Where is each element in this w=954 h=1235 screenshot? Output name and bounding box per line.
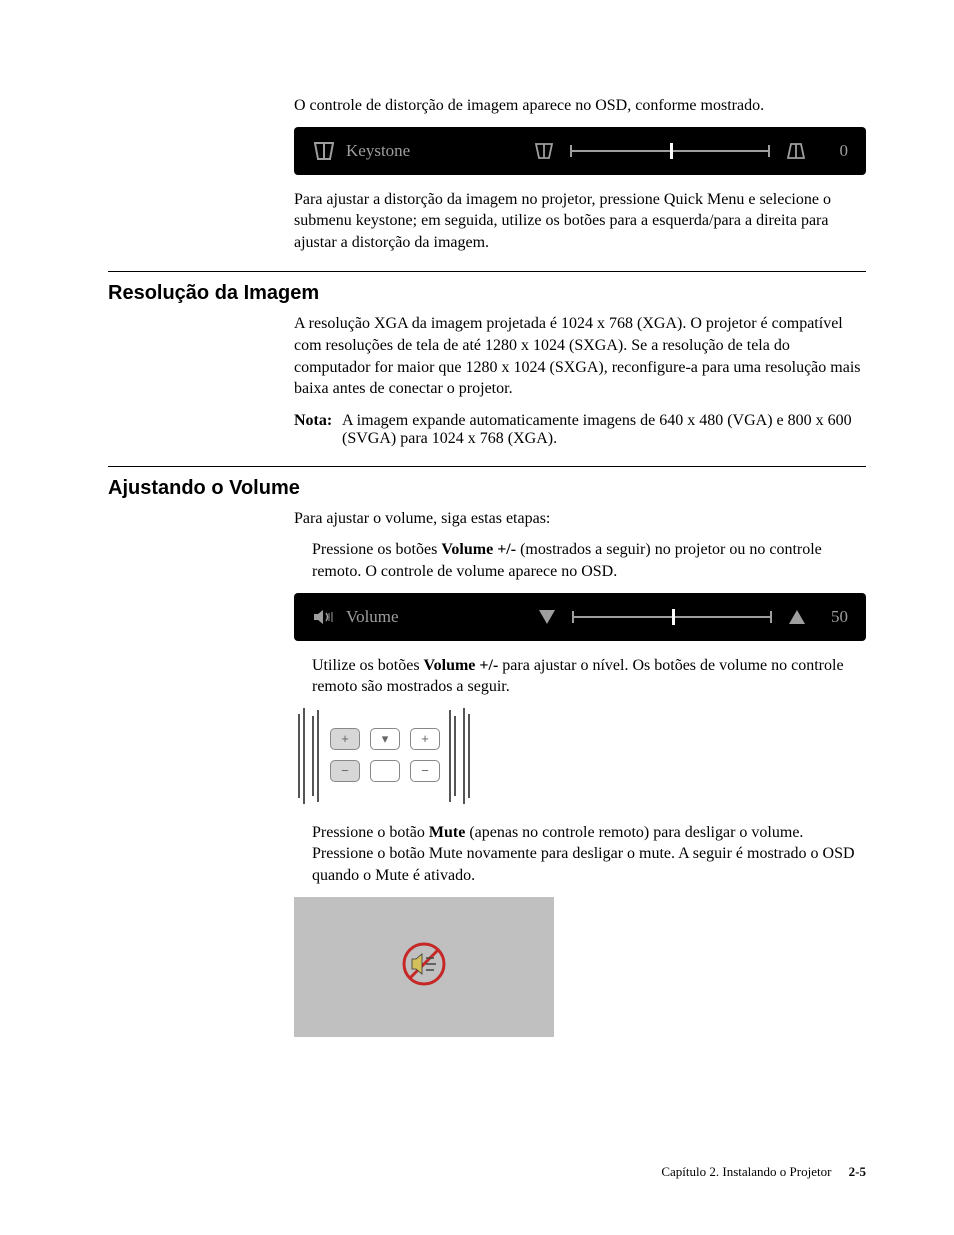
remote-button-top-left: +: [330, 728, 360, 750]
speaker-icon: [312, 607, 336, 627]
resolution-paragraph-1: A resolução XGA da imagem projetada é 10…: [294, 313, 866, 399]
heading-volume: Ajustando o Volume: [108, 477, 866, 500]
keystone-left-icon: [534, 142, 554, 160]
osd-keystone-value: 0: [820, 141, 848, 161]
note-label: Nota:: [294, 412, 342, 448]
osd-volume-bar: Volume 50: [294, 593, 866, 641]
page-footer: Capítulo 2. Instalando o Projetor 2-5: [661, 1164, 866, 1180]
note-block: Nota: A imagem expande automaticamente i…: [294, 412, 866, 448]
remote-button-bot-left: −: [330, 760, 360, 782]
remote-button-bot-mid: [370, 760, 400, 782]
osd-keystone-slider: [570, 150, 770, 152]
volume-paragraph-2: Pressione os botões Volume +/- (mostrado…: [312, 539, 866, 582]
heading-resolution: Resolução da Imagem: [108, 282, 866, 305]
intro-paragraph-1: O controle de distorção de imagem aparec…: [294, 95, 866, 117]
volume-up-icon: [788, 609, 806, 625]
section-divider: [108, 466, 866, 467]
footer-page-number: 2-5: [849, 1164, 866, 1179]
note-text: A imagem expande automaticamente imagens…: [342, 412, 866, 448]
keystone-right-icon: [786, 142, 806, 160]
osd-volume-label: Volume: [346, 607, 476, 627]
mute-osd-figure: [294, 897, 554, 1037]
osd-volume-value: 50: [820, 607, 848, 627]
mute-icon: [402, 942, 446, 991]
remote-button-top-right: +: [410, 728, 440, 750]
volume-down-icon: [538, 609, 556, 625]
intro-paragraph-2: Para ajustar a distorção da imagem no pr…: [294, 189, 866, 254]
section-divider: [108, 271, 866, 272]
osd-keystone-bar: Keystone 0: [294, 127, 866, 175]
volume-paragraph-3: Utilize os botões Volume +/- para ajusta…: [312, 655, 866, 698]
remote-control-figure: + ▾ + − −: [294, 708, 474, 808]
remote-button-bot-right: −: [410, 760, 440, 782]
remote-button-top-mid: ▾: [370, 728, 400, 750]
volume-paragraph-4: Pressione o botão Mute (apenas no contro…: [312, 822, 866, 887]
volume-paragraph-1: Para ajustar o volume, siga estas etapas…: [294, 508, 866, 530]
footer-chapter: Capítulo 2. Instalando o Projetor: [661, 1164, 831, 1179]
keystone-icon: [312, 141, 336, 161]
osd-volume-slider: [572, 616, 772, 618]
osd-keystone-label: Keystone: [346, 141, 476, 161]
